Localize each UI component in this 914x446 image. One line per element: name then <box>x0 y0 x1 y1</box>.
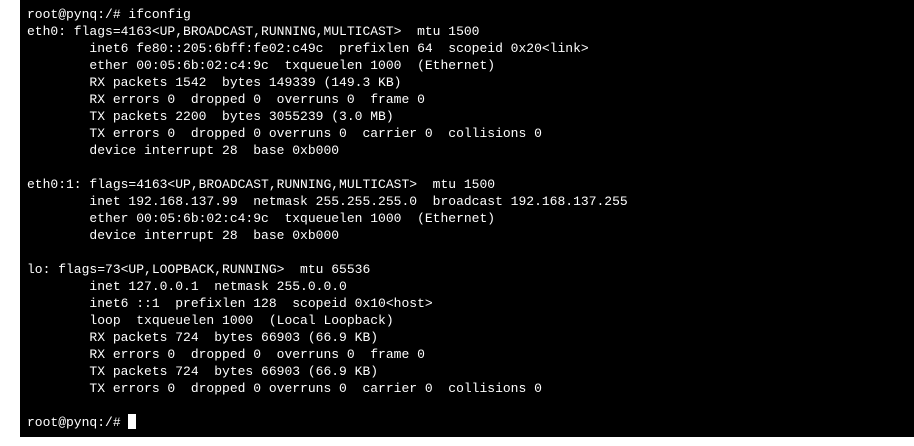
terminal-line: root@pynq:/# ifconfig <box>27 7 191 22</box>
terminal-line: RX errors 0 dropped 0 overruns 0 frame 0 <box>27 92 425 107</box>
terminal-prompt: root@pynq:/# <box>27 415 129 430</box>
terminal-prompt-line[interactable]: root@pynq:/# <box>27 414 914 431</box>
terminal-line: loop txqueuelen 1000 (Local Loopback) <box>27 313 394 328</box>
terminal-line: inet 192.168.137.99 netmask 255.255.255.… <box>27 194 628 209</box>
terminal-line: ether 00:05:6b:02:c4:9c txqueuelen 1000 … <box>27 58 496 73</box>
terminal-line: inet6 ::1 prefixlen 128 scopeid 0x10<hos… <box>27 296 433 311</box>
terminal-line: TX packets 724 bytes 66903 (66.9 KB) <box>27 364 379 379</box>
terminal-line: eth0:1: flags=4163<UP,BROADCAST,RUNNING,… <box>27 177 496 192</box>
terminal-line: RX packets 724 bytes 66903 (66.9 KB) <box>27 330 379 345</box>
terminal-line: TX packets 2200 bytes 3055239 (3.0 MB) <box>27 109 394 124</box>
terminal-cursor <box>128 414 137 429</box>
terminal-line: eth0: flags=4163<UP,BROADCAST,RUNNING,MU… <box>27 24 480 39</box>
terminal-line: lo: flags=73<UP,LOOPBACK,RUNNING> mtu 65… <box>27 262 371 277</box>
terminal-line: TX errors 0 dropped 0 overruns 0 carrier… <box>27 126 542 141</box>
terminal-line: device interrupt 28 base 0xb000 <box>27 228 340 243</box>
terminal-line: ether 00:05:6b:02:c4:9c txqueuelen 1000 … <box>27 211 496 226</box>
terminal-line: RX errors 0 dropped 0 overruns 0 frame 0 <box>27 347 425 362</box>
terminal-window[interactable]: root@pynq:/# ifconfig eth0: flags=4163<U… <box>20 0 914 437</box>
terminal-line: RX packets 1542 bytes 149339 (149.3 KB) <box>27 75 402 90</box>
terminal-line: inet 127.0.0.1 netmask 255.0.0.0 <box>27 279 347 294</box>
terminal-line: inet6 fe80::205:6bff:fe02:c49c prefixlen… <box>27 41 589 56</box>
terminal-line: TX errors 0 dropped 0 overruns 0 carrier… <box>27 381 542 396</box>
terminal-line: device interrupt 28 base 0xb000 <box>27 143 340 158</box>
screenshot-frame: root@pynq:/# ifconfig eth0: flags=4163<U… <box>0 0 914 446</box>
